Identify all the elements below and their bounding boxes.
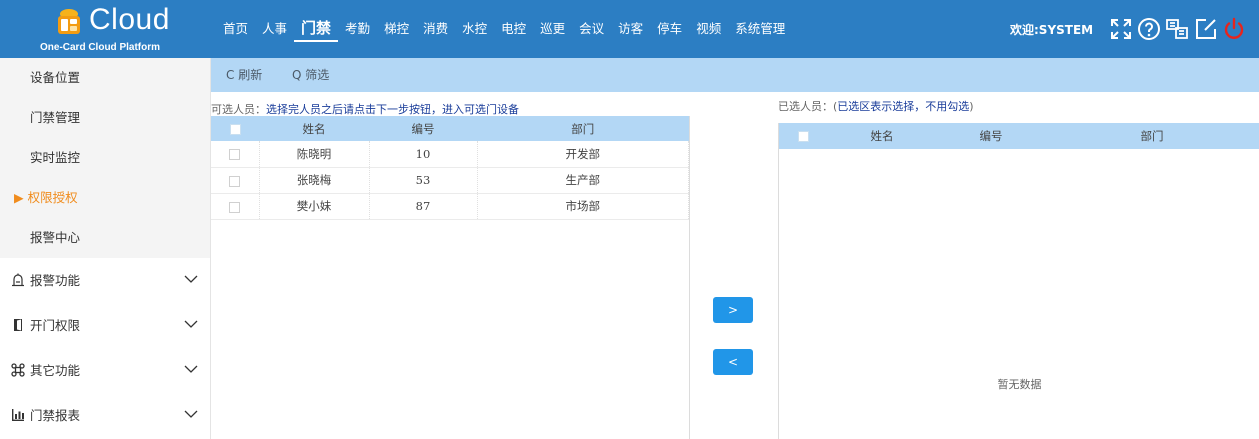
table-header-row: 姓名 编号 部门 [779,123,1259,149]
sidebar-menu-label: 开门权限 [30,318,81,333]
table-header-row: 姓名 编号 部门 [211,116,689,141]
column-header-name[interactable]: 姓名 [827,123,937,149]
nav-item-water[interactable]: 水控 [455,16,494,42]
chevron-down-icon [184,320,198,328]
selected-people-grid: 姓名 编号 部门 暂无数据 [778,123,1259,439]
row-checkbox[interactable] [211,167,260,194]
edit-icon[interactable] [1194,17,1218,41]
power-icon[interactable] [1222,17,1246,41]
add-arrow-label: > [727,303,739,317]
toolbar: C 刷新 Q 筛选 [211,58,1259,92]
sidebar-menu-label: 门禁报表 [30,408,81,423]
row-checkbox[interactable] [211,193,260,220]
cell-id: 10 [369,141,478,168]
cell-id: 87 [369,193,478,220]
cell-name: 张晓梅 [259,167,370,194]
report-icon [12,409,24,421]
cell-dept: 生产部 [477,167,689,194]
nav-item-elevator[interactable]: 梯控 [377,16,416,42]
cell-dept: 市场部 [477,193,689,220]
sidebar: 设备位置 门禁管理 实时监控 ▶ 权限授权 报警中心 报警功能 开门权限 其它功… [0,58,211,439]
sidebar-menu-door-reports[interactable]: 门禁报表 [0,393,210,438]
main-nav: 首页 人事 门禁 考勤 梯控 消费 水控 电控 巡更 会议 访客 停车 视频 系… [216,0,792,58]
remove-arrow-label: < [727,355,739,369]
chevron-down-icon [184,275,198,283]
welcome-text: 欢迎:SYSTEM [1010,23,1094,37]
sidebar-menu-label: 其它功能 [30,363,81,378]
table-row[interactable]: 张晓梅 53 生产部 [211,167,689,194]
help-icon[interactable] [1137,17,1161,41]
top-bar: Cloud One-Card Cloud Platform 首页 人事 门禁 考… [0,0,1259,58]
cell-dept: 开发部 [477,141,689,168]
nav-item-visitor[interactable]: 访客 [611,16,650,42]
nav-item-patrol[interactable]: 巡更 [533,16,572,42]
available-people-grid: 姓名 编号 部门 陈晓明 10 开发部 张晓梅 53 生产部 樊小妹 87 市场… [211,116,690,439]
door-icon [14,319,22,331]
brand-logo: Cloud One-Card Cloud Platform [0,0,210,58]
nav-item-home[interactable]: 首页 [216,16,255,42]
cell-name: 陈晓明 [259,141,370,168]
cell-name: 樊小妹 [259,193,370,220]
sidebar-menu-other-functions[interactable]: 其它功能 [0,348,210,393]
nav-item-meeting[interactable]: 会议 [572,16,611,42]
brand-title: Cloud [89,3,170,36]
switch-icon[interactable] [1165,17,1189,41]
remove-selected-button[interactable]: < [713,349,753,375]
column-header-id[interactable]: 编号 [369,116,477,141]
column-header-id[interactable]: 编号 [937,123,1045,149]
hint-prefix: 已选人员：( [778,100,838,113]
nav-item-personnel[interactable]: 人事 [255,16,294,42]
nav-item-electric[interactable]: 电控 [494,16,533,42]
select-all-checkbox[interactable] [779,123,827,149]
hint-prefix: 可选人员： [211,103,266,116]
fullscreen-icon[interactable] [1109,17,1133,41]
sidebar-menu-door-permission[interactable]: 开门权限 [0,303,210,348]
row-checkbox[interactable] [211,141,260,168]
nav-item-video[interactable]: 视频 [689,16,728,42]
chevron-down-icon [184,410,198,418]
available-people-hint: 可选人员：选择完人员之后请点击下一步按钮，进入可选门设备 [211,101,519,117]
sidebar-item-realtime-monitor[interactable]: 实时监控 [0,138,210,178]
alarm-icon [12,273,24,287]
select-all-checkbox[interactable] [211,116,259,141]
sidebar-item-alarm-center[interactable]: 报警中心 [0,218,210,258]
add-selected-button[interactable]: > [713,297,753,323]
empty-state-text: 暂无数据 [997,378,1042,391]
column-header-dept[interactable]: 部门 [1045,123,1259,149]
sidebar-menu-alarm-functions[interactable]: 报警功能 [0,258,210,303]
column-header-name[interactable]: 姓名 [259,116,369,141]
brand-subtitle: One-Card Cloud Platform [40,42,161,53]
chevron-down-icon [184,365,198,373]
nav-item-consumption[interactable]: 消费 [416,16,455,42]
table-row[interactable]: 樊小妹 87 市场部 [211,193,689,220]
hint-suffix: ) [969,100,974,113]
selected-people-hint: 已选人员：(已选区表示选择，不用勾选) [778,98,974,114]
nav-item-parking[interactable]: 停车 [650,16,689,42]
command-icon [11,363,25,377]
filter-button[interactable]: Q 筛选 [292,58,329,92]
column-header-dept[interactable]: 部门 [477,116,689,141]
submenu-access-control: 设备位置 门禁管理 实时监控 ▶ 权限授权 报警中心 [0,58,210,258]
hint-text: 已选区表示选择，不用勾选 [837,100,970,113]
refresh-button[interactable]: C 刷新 [226,58,262,92]
table-row[interactable]: 陈晓明 10 开发部 [211,141,689,168]
nav-item-system[interactable]: 系统管理 [728,16,792,42]
cloud-logo-icon [58,9,80,34]
available-people-table: 姓名 编号 部门 陈晓明 10 开发部 张晓梅 53 生产部 樊小妹 87 市场… [211,116,689,220]
sidebar-menu-label: 报警功能 [30,273,81,288]
sidebar-item-permission-grant[interactable]: ▶ 权限授权 [0,178,210,218]
cell-id: 53 [369,167,478,194]
nav-item-access-control[interactable]: 门禁 [294,16,339,42]
nav-item-attendance[interactable]: 考勤 [338,16,377,42]
selected-people-table: 姓名 编号 部门 [779,123,1259,149]
sidebar-item-device-location[interactable]: 设备位置 [0,58,210,98]
sidebar-item-door-management[interactable]: 门禁管理 [0,98,210,138]
hint-text: 选择完人员之后请点击下一步按钮，进入可选门设备 [266,103,519,116]
